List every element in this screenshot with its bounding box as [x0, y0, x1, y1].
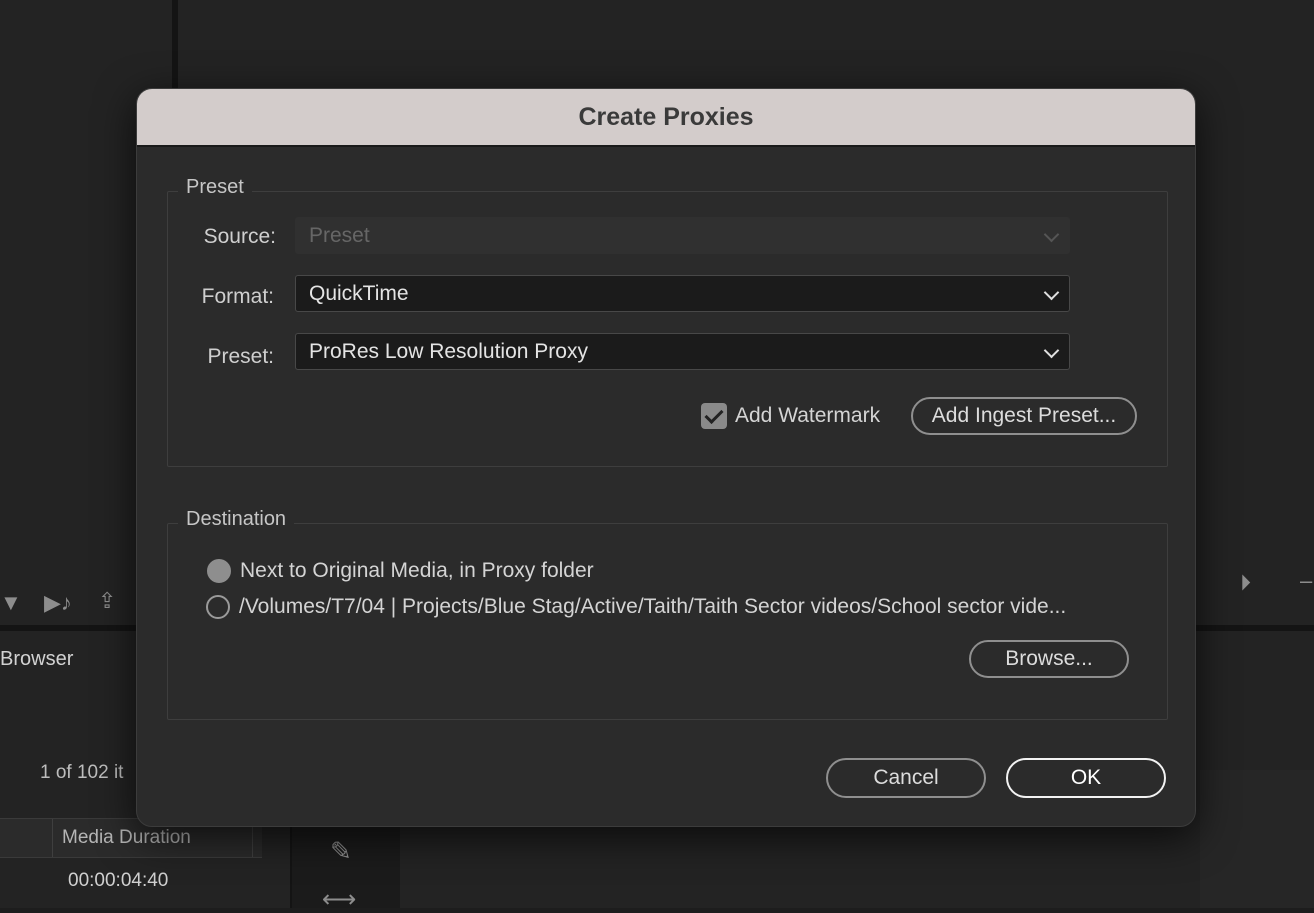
checkbox-box[interactable] [701, 403, 727, 429]
stretch-icon[interactable]: ⟷ [322, 888, 356, 912]
filter-icon[interactable]: ▼ [0, 592, 22, 614]
destination-group-legend: Destination [178, 508, 295, 531]
dash-icon: – [1300, 568, 1313, 593]
column-separator[interactable] [52, 819, 53, 857]
destination-option-original[interactable]: Next to Original Media, in Proxy folder [207, 559, 594, 583]
timeline-area [1200, 770, 1314, 908]
source-value: Preset [309, 223, 370, 247]
razor-icon[interactable]: ✎ [330, 838, 352, 864]
dialog-titlebar[interactable]: Create Proxies [137, 89, 1195, 147]
source-select: Preset [295, 217, 1070, 254]
preset-value: ProRes Low Resolution Proxy [309, 339, 588, 363]
checkmark-icon [704, 404, 724, 424]
cancel-button[interactable]: Cancel [826, 758, 986, 798]
column-header-media-duration[interactable]: Media Duration [62, 827, 191, 849]
browse-button[interactable]: Browse... [969, 640, 1129, 678]
chevron-down-icon [1043, 284, 1060, 301]
radio-unselected[interactable] [206, 595, 230, 619]
destination-group: Destination Next to Original Media, in P… [167, 508, 1168, 720]
source-label: Source: [203, 225, 276, 248]
destination-option-path[interactable]: /Volumes/T7/04 | Projects/Blue Stag/Acti… [206, 595, 1066, 619]
add-ingest-preset-button[interactable]: Add Ingest Preset... [911, 397, 1137, 435]
format-select[interactable]: QuickTime [295, 275, 1070, 312]
preset-select[interactable]: ProRes Low Resolution Proxy [295, 333, 1070, 370]
duration-cell: 00:00:04:40 [68, 870, 169, 891]
option-original-label: Next to Original Media, in Proxy folder [240, 559, 594, 582]
ok-button[interactable]: OK [1006, 758, 1166, 798]
dialog-title: Create Proxies [578, 102, 754, 131]
audio-icon[interactable]: ▶♪ [44, 592, 72, 614]
preset-label: Preset: [207, 345, 274, 368]
item-count: 1 of 102 it [40, 762, 124, 783]
create-proxies-dialog: Create Proxies Preset Source: Preset For… [136, 88, 1196, 827]
media-browser-tab[interactable]: Browser [0, 648, 73, 671]
play-icon[interactable]: ⏵ [1240, 572, 1251, 594]
preset-group: Preset Source: Preset Format: QuickTime … [167, 176, 1168, 467]
export-icon[interactable]: ⇪ [98, 590, 116, 612]
preset-group-legend: Preset [178, 176, 252, 199]
option-path-label: /Volumes/T7/04 | Projects/Blue Stag/Acti… [239, 595, 1067, 618]
chevron-down-icon [1043, 226, 1060, 243]
format-value: QuickTime [309, 281, 409, 305]
add-watermark-label: Add Watermark [735, 404, 881, 427]
chevron-down-icon [1043, 342, 1060, 359]
radio-selected[interactable] [207, 559, 231, 583]
add-watermark-checkbox[interactable]: Add Watermark [701, 403, 880, 429]
format-label: Format: [201, 285, 274, 308]
